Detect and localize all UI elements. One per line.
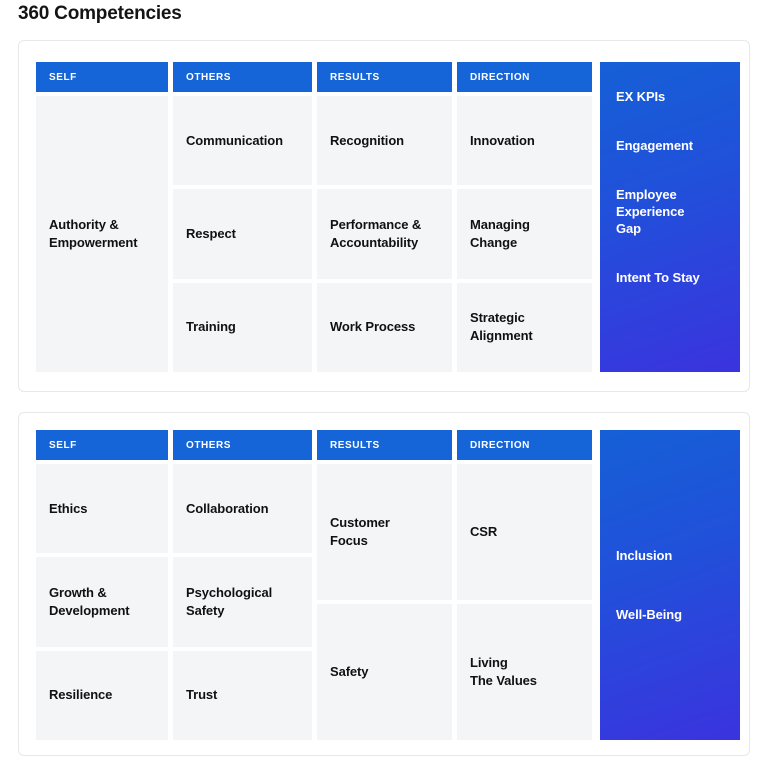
cell-core-direction-1[interactable]: Innovation [457, 96, 592, 186]
kpi-item-core-1[interactable]: EX KPIs [616, 88, 724, 105]
competency-framework-page: 360 Competencies Core Competencies SELF … [0, 0, 768, 768]
column-header-direction-core: DIRECTION [457, 62, 592, 92]
cell-addon-results-2[interactable]: Safety [317, 604, 452, 740]
cell-addon-self-1[interactable]: Ethics [36, 464, 168, 554]
cell-addon-direction-1[interactable]: CSR [457, 464, 592, 600]
column-header-self-core: SELF [36, 62, 168, 92]
cell-addon-self-2[interactable]: Growth & Development [36, 557, 168, 647]
kpi-item-addon-2[interactable]: Well-Being [616, 606, 724, 623]
ex-kpi-panel-core: EX KPIs Engagement Employee Experience Gap… [600, 62, 740, 372]
cell-addon-direction-2[interactable]: Living The Values [457, 604, 592, 740]
kpi-item-addon-1[interactable]: Inclusion [616, 547, 724, 564]
column-header-results-core: RESULTS [317, 62, 452, 92]
ex-kpi-panel-addon: Inclusion Well-Being [600, 430, 740, 740]
page-title: 360 Competencies [18, 3, 182, 24]
column-direction-core: DIRECTION Innovation Managing Change Stra… [457, 62, 592, 372]
column-header-direction-addon: DIRECTION [457, 430, 592, 460]
cell-core-results-2[interactable]: Performance & Accountability [317, 189, 452, 279]
cell-addon-others-2[interactable]: Psychological Safety [173, 557, 312, 647]
cell-core-results-3[interactable]: Work Process [317, 282, 452, 372]
cell-core-direction-2[interactable]: Managing Change [457, 189, 592, 279]
column-results-addon: RESULTS Customer Focus Safety [317, 430, 452, 740]
column-self-addon: SELF Ethics Growth & Development Resilien… [36, 430, 168, 740]
column-header-others-core: OTHERS [173, 62, 312, 92]
core-competencies-grid: SELF Authority & Empowerment OTHERS Commu… [36, 62, 740, 372]
cell-addon-self-3[interactable]: Resilience [36, 650, 168, 740]
column-others-addon: OTHERS Collaboration Psychological Safety… [173, 430, 312, 740]
column-self-core: SELF Authority & Empowerment [36, 62, 168, 372]
cell-addon-results-1[interactable]: Customer Focus [317, 464, 452, 600]
addon-competencies-grid: SELF Ethics Growth & Development Resilien… [36, 430, 740, 740]
cell-core-self-1[interactable]: Authority & Empowerment [36, 96, 168, 372]
cell-core-others-2[interactable]: Respect [173, 189, 312, 279]
cell-addon-others-3[interactable]: Trust [173, 650, 312, 740]
column-results-core: RESULTS Recognition Performance & Account… [317, 62, 452, 372]
column-header-self-addon: SELF [36, 430, 168, 460]
column-header-results-addon: RESULTS [317, 430, 452, 460]
cell-addon-others-1[interactable]: Collaboration [173, 464, 312, 554]
kpi-item-core-4[interactable]: Intent To Stay [616, 269, 724, 286]
kpi-item-core-3[interactable]: Employee Experience Gap [616, 186, 724, 237]
cell-core-direction-3[interactable]: Strategic Alignment [457, 282, 592, 372]
cell-core-results-1[interactable]: Recognition [317, 96, 452, 186]
column-others-core: OTHERS Communication Respect Training [173, 62, 312, 372]
column-direction-addon: DIRECTION CSR Living The Values [457, 430, 592, 740]
kpi-item-core-2[interactable]: Engagement [616, 137, 724, 154]
cell-core-others-3[interactable]: Training [173, 282, 312, 372]
column-header-others-addon: OTHERS [173, 430, 312, 460]
cell-core-others-1[interactable]: Communication [173, 96, 312, 186]
